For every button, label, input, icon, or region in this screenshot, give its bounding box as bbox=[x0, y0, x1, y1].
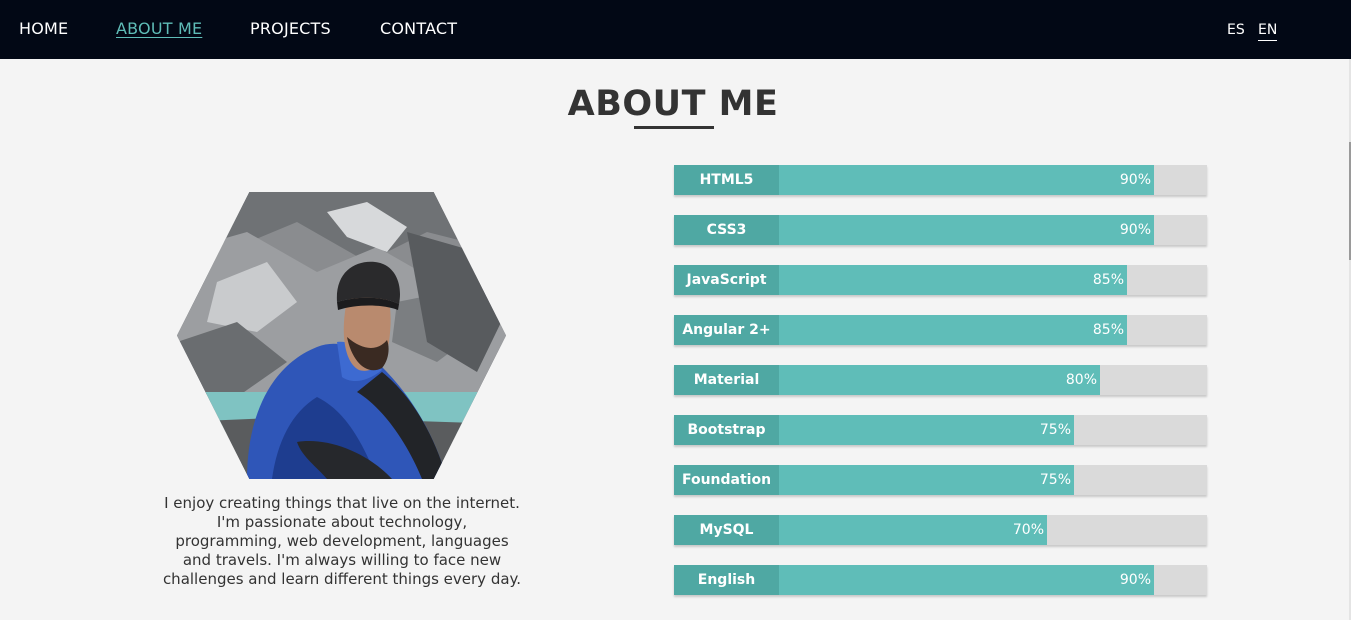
nav-link-home[interactable]: HOME bbox=[19, 19, 68, 39]
skills-list: 90% HTML5 90% CSS3 85% JavaScript 85% An… bbox=[674, 165, 1207, 615]
title-underline bbox=[634, 126, 714, 129]
skill-percent: 80% bbox=[1065, 372, 1097, 388]
skill-percent: 85% bbox=[1092, 322, 1124, 338]
top-navbar: HOME ABOUT ME PROJECTS CONTACT ES EN bbox=[0, 0, 1351, 59]
bio-paragraph: I enjoy creating things that live on the… bbox=[142, 494, 542, 589]
skill-fill: 75% bbox=[779, 415, 1074, 445]
skill-bar-bootstrap: 75% Bootstrap bbox=[674, 415, 1207, 445]
skill-label: CSS3 bbox=[674, 215, 779, 245]
section-title: ABOUT ME bbox=[567, 84, 779, 124]
skill-percent: 90% bbox=[1119, 572, 1151, 588]
profile-photo bbox=[177, 192, 506, 479]
skill-label: MySQL bbox=[674, 515, 779, 545]
skill-label: Bootstrap bbox=[674, 415, 779, 445]
language-es-link[interactable]: ES bbox=[1227, 21, 1245, 39]
skill-label: Foundation bbox=[674, 465, 779, 495]
bio-line: challenges and learn different things ev… bbox=[162, 570, 522, 588]
skill-bar-foundation: 75% Foundation bbox=[674, 465, 1207, 495]
skill-label: Material bbox=[674, 365, 779, 395]
language-en-link[interactable]: EN bbox=[1258, 21, 1278, 41]
skill-percent: 90% bbox=[1119, 222, 1151, 238]
skill-fill: 75% bbox=[779, 465, 1074, 495]
skill-bar-material: 80% Material bbox=[674, 365, 1207, 395]
skill-fill: 90% bbox=[779, 215, 1154, 245]
skill-bar-css3: 90% CSS3 bbox=[674, 215, 1207, 245]
skill-label: HTML5 bbox=[674, 165, 779, 195]
bio-line: I enjoy creating things that live on the… bbox=[164, 494, 520, 512]
skill-fill: 85% bbox=[779, 265, 1127, 295]
skill-percent: 75% bbox=[1039, 422, 1071, 438]
skill-bar-english: 90% English bbox=[674, 565, 1207, 595]
skill-bar-javascript: 85% JavaScript bbox=[674, 265, 1207, 295]
skill-label: JavaScript bbox=[674, 265, 779, 295]
skill-percent: 90% bbox=[1119, 172, 1151, 188]
skill-percent: 75% bbox=[1039, 472, 1071, 488]
skill-bar-angular: 85% Angular 2+ bbox=[674, 315, 1207, 345]
skill-percent: 85% bbox=[1092, 272, 1124, 288]
nav-link-about-me[interactable]: ABOUT ME bbox=[116, 19, 202, 39]
skill-bar-html5: 90% HTML5 bbox=[674, 165, 1207, 195]
nav-link-projects[interactable]: PROJECTS bbox=[250, 19, 331, 39]
skill-fill: 90% bbox=[779, 165, 1154, 195]
bio-line: I'm passionate about technology, bbox=[216, 513, 468, 531]
skill-bar-mysql: 70% MySQL bbox=[674, 515, 1207, 545]
skill-percent: 70% bbox=[1012, 522, 1044, 538]
skill-label: Angular 2+ bbox=[674, 315, 779, 345]
bio-line: and travels. I'm always willing to face … bbox=[182, 551, 502, 569]
skill-fill: 85% bbox=[779, 315, 1127, 345]
skill-label: English bbox=[674, 565, 779, 595]
bio-line: programming, web development, languages bbox=[175, 532, 509, 550]
skill-fill: 90% bbox=[779, 565, 1154, 595]
nav-link-contact[interactable]: CONTACT bbox=[380, 19, 457, 39]
skill-fill: 80% bbox=[779, 365, 1100, 395]
skill-fill: 70% bbox=[779, 515, 1047, 545]
